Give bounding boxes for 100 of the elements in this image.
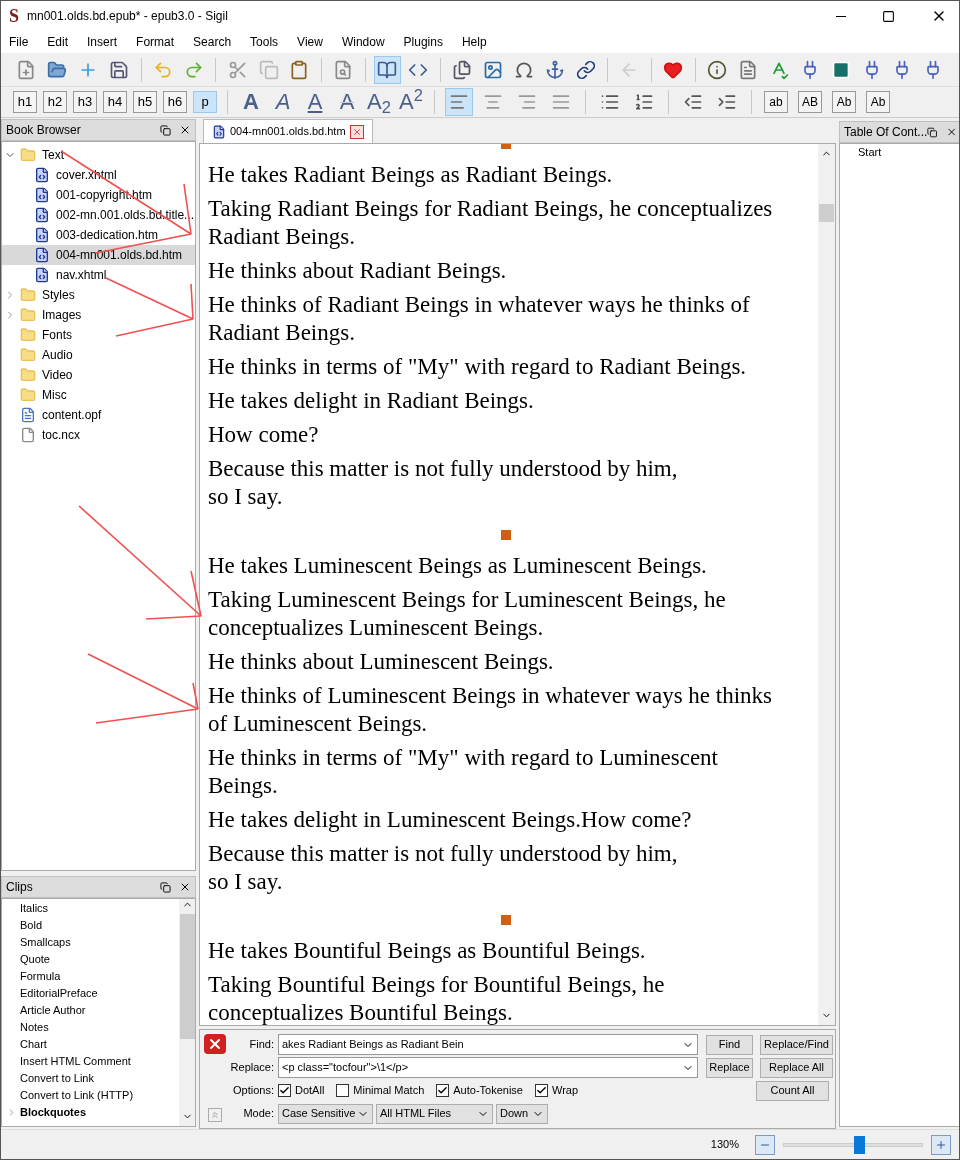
html-file-icon [34, 187, 50, 203]
clip-item[interactable]: Article Author [2, 1002, 179, 1019]
clip-item[interactable]: Blockquotes [2, 1104, 179, 1121]
clip-item[interactable]: Convert to Link (HTTP) [2, 1087, 179, 1104]
zoom-in-icon[interactable] [931, 1134, 951, 1155]
option-checkbox[interactable]: Minimal Match [336, 1082, 425, 1099]
paragraph: How come? [208, 421, 320, 449]
tree-item[interactable]: Misc [2, 385, 195, 405]
clip-item[interactable]: Convert to Link [2, 1070, 179, 1087]
clip-item[interactable]: Notes [2, 1019, 179, 1036]
tree-item[interactable]: content.opf [2, 405, 195, 425]
format-button[interactable]: A [270, 89, 296, 115]
scrollbar-thumb[interactable] [819, 204, 834, 222]
format-button[interactable]: A$_{2}$ [366, 89, 392, 115]
heading-button[interactable]: h5 [133, 91, 157, 113]
menu-item[interactable]: Tools [250, 33, 279, 51]
folder-icon [20, 147, 36, 163]
zoom-slider[interactable] [783, 1134, 923, 1155]
align-left-icon[interactable] [445, 88, 473, 116]
mode-dropdown[interactable]: All HTML Files [376, 1103, 493, 1124]
option-checkbox[interactable]: DotAll [278, 1082, 325, 1099]
paragraph: He takes Bountiful Beings as Bountiful Beings. [208, 937, 647, 965]
replace-field[interactable]: <p class="tocfour">\1</p> [278, 1057, 698, 1078]
tree-item[interactable]: nav.xhtml [2, 265, 195, 285]
heading-button[interactable]: h6 [163, 91, 187, 113]
find-field[interactable]: akes Radiant Beings as Radiant Bein [278, 1034, 698, 1055]
paragraph: He takes delight in Radiant Beings. [208, 387, 535, 415]
maximize-icon [882, 9, 895, 23]
menu-item[interactable]: Format [136, 33, 175, 51]
clip-item[interactable]: Quote [2, 951, 179, 968]
float-icon [927, 126, 938, 138]
toc-item[interactable]: Start [840, 144, 959, 161]
book-view-icon[interactable] [373, 55, 401, 84]
menu-item[interactable]: Edit [47, 33, 69, 51]
mode-dropdown[interactable]: Case Sensitive [278, 1103, 373, 1124]
paragraph: Taking Bountiful Beings for Bountiful Beings, he conceptualizes Bountiful Beings. [208, 971, 666, 1025]
heading-button[interactable]: h3 [73, 91, 97, 113]
tree-item[interactable]: Images [2, 305, 195, 325]
scrollbar[interactable] [179, 899, 195, 1126]
options-label: Options: [232, 1083, 274, 1099]
scrollbar[interactable] [818, 144, 835, 1025]
scrollbar-thumb[interactable] [179, 914, 195, 1039]
menu-item[interactable]: Plugins [403, 33, 443, 51]
mode-dropdown[interactable]: Down [496, 1103, 548, 1124]
close-icon [179, 124, 191, 136]
case-button[interactable]: Ab [832, 91, 856, 113]
tree-item[interactable]: 004-mn001.olds.bd.htm [2, 245, 195, 265]
format-button[interactable]: A [238, 89, 264, 115]
paragraph: Because this matter is not fully understood by him, so I say. [208, 455, 679, 511]
tree-item[interactable]: Audio [2, 345, 195, 365]
count-all-button[interactable]: Count All [756, 1080, 829, 1101]
tree-item[interactable]: toc.ncx [2, 425, 195, 445]
menu-item[interactable]: Search [193, 33, 232, 51]
html-file-icon [34, 227, 50, 243]
case-button[interactable]: ab [764, 91, 788, 113]
paragraph: Taking Luminescent Beings for Luminescent Beings, he conceptualizes Luminescent Beings. [208, 586, 727, 642]
case-button[interactable]: AB [798, 91, 822, 113]
minimize-icon[interactable] [836, 15, 846, 17]
replace-label: Replace: [230, 1060, 274, 1076]
heading-button[interactable]: h2 [43, 91, 67, 113]
heading-button[interactable]: h1 [13, 91, 37, 113]
tree-item[interactable]: Fonts [2, 325, 195, 345]
slider-thumb[interactable] [853, 1135, 865, 1154]
clip-item[interactable]: Insert HTML Comment [2, 1053, 179, 1070]
html-file-icon [34, 267, 50, 283]
clip-item[interactable]: Smallcaps [2, 934, 179, 951]
menu-item[interactable]: Help [461, 33, 487, 51]
format-button[interactable]: A$^{2}$ [398, 89, 424, 115]
tree-item[interactable]: 003-dedication.htm [2, 225, 195, 245]
replace-find-button[interactable]: Replace/Find [760, 1034, 833, 1055]
tree-item[interactable]: Styles [2, 285, 195, 305]
zoom-level: 130% [710, 1137, 739, 1153]
clip-item[interactable]: Italics [2, 900, 179, 917]
paragraph: Taking Radiant Beings for Radiant Beings, he conceptualizes Radiant Beings. [208, 195, 774, 251]
clip-item[interactable]: EditorialPreface [2, 985, 179, 1002]
option-checkbox[interactable]: Wrap [534, 1082, 579, 1099]
section-marker [500, 914, 511, 925]
menu-item[interactable]: Insert [87, 33, 118, 51]
editor-tab[interactable]: 004-mn001.olds.bd.htm [203, 119, 373, 143]
tree-item[interactable]: Text [2, 145, 195, 165]
tree-item[interactable]: Video [2, 365, 195, 385]
format-button[interactable]: A [302, 89, 328, 115]
replace-all-button[interactable]: Replace All [760, 1057, 833, 1078]
find-button[interactable]: Find [706, 1034, 753, 1055]
menu-item[interactable]: File [9, 33, 29, 51]
folder-icon [20, 367, 36, 383]
clip-item[interactable]: Bold [2, 917, 179, 934]
option-checkbox[interactable]: Auto-Tokenise [436, 1082, 523, 1099]
menu-item[interactable]: View [297, 33, 323, 51]
zoom-out-icon[interactable] [755, 1134, 775, 1155]
close-icon[interactable] [204, 1034, 226, 1054]
paragraph: Because this matter is not fully understood by him, so I say. [208, 840, 679, 896]
replace-button[interactable]: Replace [706, 1057, 753, 1078]
heading-button[interactable]: p [193, 91, 217, 113]
clip-item[interactable]: Chart [2, 1036, 179, 1053]
case-button[interactable]: Ab [866, 91, 890, 113]
menu-item[interactable]: Window [341, 33, 385, 51]
check-icon [535, 1085, 547, 1096]
clip-item[interactable]: Formula [2, 968, 179, 985]
heading-button[interactable]: h4 [103, 91, 127, 113]
